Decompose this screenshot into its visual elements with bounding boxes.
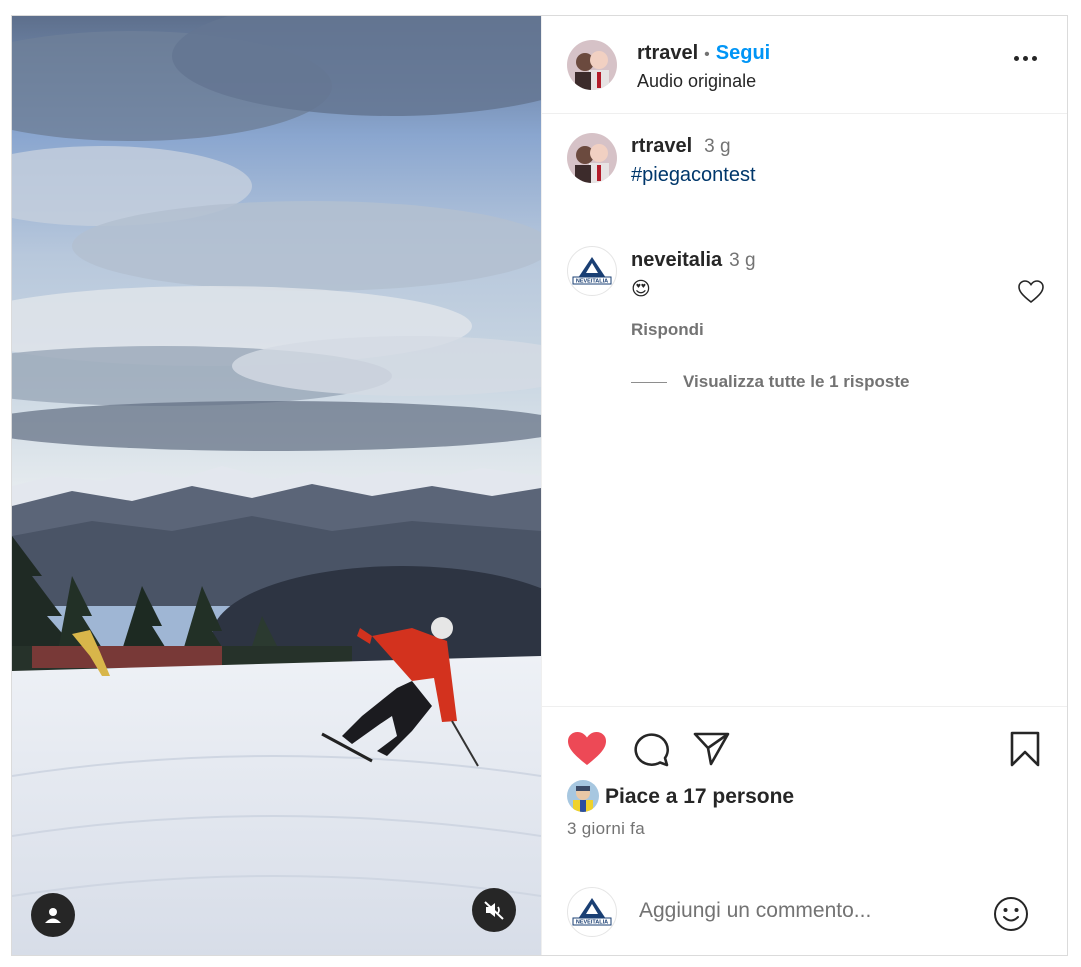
- post-modal: rtravel • Segui Audio originale rtravel …: [11, 15, 1068, 956]
- neveitalia-logo: NEVEITALIA: [572, 898, 612, 926]
- emoji-smile-icon: [994, 897, 1028, 931]
- post-details-panel: rtravel • Segui Audio originale rtravel …: [541, 16, 1067, 955]
- view-replies-label: Visualizza tutte le 1 risposte: [683, 372, 910, 391]
- like-button[interactable]: [567, 731, 607, 772]
- ski-video-frame: [12, 16, 541, 955]
- author-avatar[interactable]: [567, 40, 617, 90]
- share-button[interactable]: [693, 731, 731, 772]
- comment-header: neveitalia 3 g: [631, 249, 756, 272]
- heart-outline-icon: [1018, 280, 1044, 304]
- post-actions-section: Piace a 17 persone 3 giorni fa NEVEITALI…: [542, 706, 1067, 955]
- post-timestamp[interactable]: 3 giorni fa: [567, 819, 645, 839]
- bookmark-icon: [1010, 731, 1040, 767]
- emoji-button[interactable]: [993, 896, 1029, 937]
- comment-time[interactable]: 3 g: [729, 250, 755, 272]
- caption-hashtag[interactable]: #piegacontest: [631, 164, 756, 187]
- caption-header: rtravel 3 g: [631, 135, 731, 158]
- send-icon: [693, 732, 730, 766]
- liker-avatar-image: [567, 780, 599, 812]
- current-user-avatar-text: NEVEITALIA: [576, 920, 608, 926]
- neveitalia-logo: NEVEITALIA: [572, 257, 612, 285]
- caption-time[interactable]: 3 g: [704, 136, 730, 158]
- author-avatar-image: [567, 40, 617, 90]
- author-username[interactable]: rtravel: [637, 42, 698, 65]
- mute-button[interactable]: [472, 888, 516, 932]
- add-comment-bar: NEVEITALIA: [542, 870, 1067, 956]
- comment-avatar-text: NEVEITALIA: [576, 279, 608, 285]
- caption-author-avatar-image: [567, 133, 617, 183]
- comment-username[interactable]: neveitalia: [631, 249, 722, 272]
- liker-avatar[interactable]: [567, 780, 599, 812]
- comment-bubble-icon: [634, 733, 669, 767]
- comment-like-button[interactable]: [1018, 280, 1044, 309]
- comment-avatar[interactable]: NEVEITALIA: [567, 246, 617, 296]
- speaker-muted-icon: [484, 901, 504, 920]
- heart-filled-icon: [568, 732, 606, 765]
- comment-text: 😍: [631, 279, 651, 300]
- header-separator: •: [704, 46, 710, 63]
- likes-count[interactable]: Piace a 17 persone: [605, 785, 794, 809]
- replies-divider-line: [631, 381, 667, 383]
- post-header: rtravel • Segui Audio originale: [542, 16, 1067, 114]
- caption-author-avatar[interactable]: [567, 133, 617, 183]
- more-options-button[interactable]: [1014, 56, 1037, 61]
- follow-button[interactable]: Segui: [716, 42, 770, 65]
- view-replies-button[interactable]: Visualizza tutte le 1 risposte: [631, 372, 909, 392]
- reply-button[interactable]: Rispondi: [631, 320, 704, 340]
- caption-username[interactable]: rtravel: [631, 135, 692, 158]
- audio-label[interactable]: Audio originale: [637, 71, 756, 92]
- user-icon: [45, 908, 61, 923]
- save-button[interactable]: [1009, 731, 1041, 772]
- more-horizontal-icon: [1014, 56, 1019, 61]
- video-player[interactable]: [12, 16, 541, 955]
- user-tag-button[interactable]: [31, 893, 75, 937]
- comment-button[interactable]: [632, 731, 670, 772]
- current-user-avatar: NEVEITALIA: [567, 887, 617, 937]
- add-comment-input[interactable]: [637, 898, 981, 924]
